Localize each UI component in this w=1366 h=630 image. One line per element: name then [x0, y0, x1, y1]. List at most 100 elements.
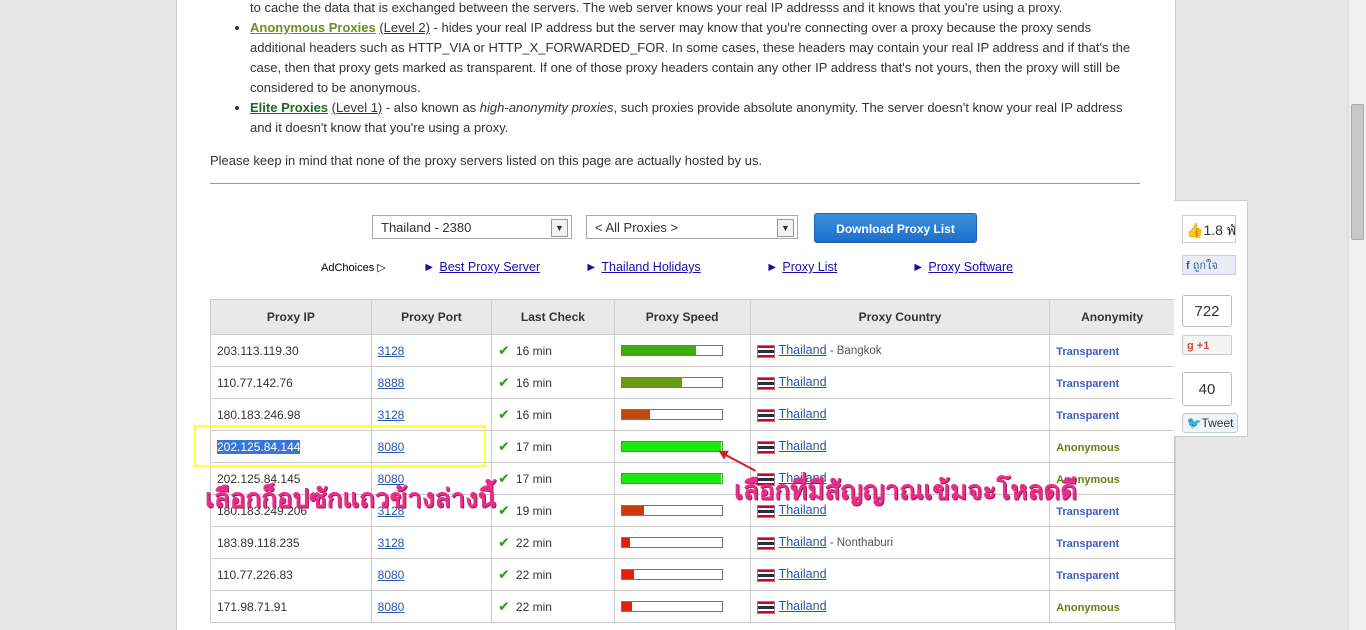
header-anonymity[interactable]: Anonymity	[1049, 299, 1175, 335]
anonymity-cell: Transparent	[1049, 526, 1175, 559]
speed-bar-fill	[621, 346, 696, 355]
country-select[interactable]: Thailand - 2380 ▼	[372, 215, 572, 239]
play-icon: ►	[912, 260, 925, 274]
proxy-port-link[interactable]: 3128	[378, 408, 405, 422]
proxy-port-link[interactable]: 3128	[378, 344, 405, 358]
thailand-flag-icon	[756, 536, 775, 550]
proxy-ip-cell[interactable]: 203.113.119.30	[210, 334, 372, 367]
hosting-disclaimer: Please keep in mind that none of the pro…	[210, 153, 763, 168]
last-check-cell: ✔ 16 min	[491, 366, 615, 399]
download-proxy-list-button[interactable]: Download Proxy List	[814, 213, 977, 243]
proxy-ip[interactable]: 171.98.71.91	[217, 600, 287, 614]
share-sidebar: 👍1.8 พั f ถูกใจ 722 g +1 40 🐦Tweet	[1174, 200, 1248, 437]
last-check-cell: ✔ 22 min	[491, 558, 615, 591]
scrollbar-thumb[interactable]	[1351, 104, 1364, 240]
city-text: - Nonthaburi	[826, 537, 894, 550]
header-last-check[interactable]: Last Check	[491, 299, 615, 335]
ad-link-thailand-holidays[interactable]: ► Thailand Holidays	[585, 260, 701, 274]
speed-bar-fill	[621, 506, 644, 515]
ad-link-label: Proxy Software	[928, 260, 1014, 274]
last-check-cell: ✔ 17 min	[491, 462, 615, 495]
proxy-speed-cell	[613, 334, 751, 367]
country-link[interactable]: Thailand	[779, 599, 827, 613]
checkmark-icon: ✔	[498, 502, 510, 518]
adchoices-text: AdChoices	[321, 262, 375, 274]
ad-link-best-proxy-server[interactable]: ► Best Proxy Server	[423, 260, 540, 274]
last-check-cell: ✔ 22 min	[491, 526, 615, 559]
header-proxy-country[interactable]: Proxy Country	[749, 299, 1051, 335]
proxy-ip-cell[interactable]: 110.77.226.83	[210, 558, 372, 591]
facebook-like-count[interactable]: 👍1.8 พั	[1182, 215, 1236, 243]
last-check-text: 22 min	[515, 536, 552, 550]
ad-link-label: Proxy List	[782, 260, 838, 274]
adchoices-label[interactable]: AdChoices ▷	[321, 261, 386, 274]
chevron-down-icon[interactable]: ▼	[777, 219, 794, 237]
header-proxy-port[interactable]: Proxy Port	[370, 299, 493, 335]
speed-bar	[620, 505, 723, 516]
speed-bar	[620, 409, 723, 420]
play-icon: ►	[766, 260, 779, 274]
proxy-speed-cell	[613, 366, 751, 399]
proxy-ip-cell[interactable]: 183.89.118.235	[210, 526, 372, 559]
country-link[interactable]: Thailand	[779, 439, 827, 453]
country-link[interactable]: Thailand	[779, 407, 827, 421]
proxy-port-link[interactable]: 3128	[378, 536, 405, 550]
anonymity-level: Transparent	[1056, 377, 1120, 390]
elite-level-link[interactable]: (Level 1)	[332, 100, 383, 115]
last-check-text: 17 min	[515, 440, 552, 454]
country-link[interactable]: Thailand	[779, 375, 827, 389]
country-link[interactable]: Thailand	[779, 535, 827, 549]
last-check-text: 22 min	[515, 600, 552, 614]
proxy-country-cell: Thailand	[749, 430, 1051, 463]
last-check-text: 22 min	[515, 568, 552, 582]
anonymous-proxies-link[interactable]: Anonymous Proxies	[250, 20, 376, 35]
speed-bar	[620, 377, 723, 388]
proxy-type-select[interactable]: < All Proxies > ▼	[586, 215, 798, 239]
anonymous-level-link[interactable]: (Level 2)	[379, 20, 430, 35]
thailand-flag-icon	[756, 568, 775, 582]
proxy-speed-cell	[613, 494, 751, 527]
chevron-down-icon[interactable]: ▼	[551, 219, 568, 237]
proxy-ip[interactable]: 183.89.118.235	[217, 536, 300, 550]
header-proxy-speed[interactable]: Proxy Speed	[613, 299, 751, 335]
last-check-text: 16 min	[515, 344, 552, 358]
proxy-port-link[interactable]: 8080	[378, 568, 405, 582]
proxy-country-cell: Thailand	[749, 366, 1051, 399]
page-scrollbar[interactable]	[1348, 0, 1366, 630]
speed-bar-fill	[621, 602, 632, 611]
anonymity-cell: Transparent	[1049, 558, 1175, 591]
tweet-count: 40	[1182, 372, 1232, 406]
proxy-speed-cell	[613, 526, 751, 559]
proxy-speed-cell	[613, 558, 751, 591]
proxy-ip[interactable]: 180.183.246.98	[217, 408, 300, 422]
last-check-cell: ✔ 22 min	[491, 590, 615, 623]
proxy-port-cell: 8080	[370, 590, 493, 623]
proxy-ip-cell[interactable]: 110.77.142.76	[210, 366, 372, 399]
anonymity-level: Anonymous	[1056, 441, 1120, 454]
facebook-icon: f	[1186, 260, 1190, 272]
anonymity-level: Anonymous	[1056, 601, 1120, 614]
proxy-ip[interactable]: 110.77.142.76	[217, 376, 293, 390]
twitter-bird-icon: 🐦	[1186, 416, 1202, 430]
anonymity-level: Transparent	[1056, 537, 1120, 550]
country-link[interactable]: Thailand	[779, 343, 827, 357]
elite-desc-a: - also known as	[382, 100, 480, 115]
elite-proxies-link[interactable]: Elite Proxies	[250, 100, 328, 115]
proxy-ip-cell[interactable]: 171.98.71.91	[210, 590, 372, 623]
ad-link-proxy-list[interactable]: ► Proxy List	[766, 260, 837, 274]
proxy-port-link[interactable]: 8888	[378, 376, 405, 390]
proxy-port-link[interactable]: 8080	[378, 600, 405, 614]
header-proxy-ip[interactable]: Proxy IP	[210, 299, 372, 335]
tweet-button[interactable]: 🐦Tweet	[1182, 413, 1238, 433]
proxy-ip[interactable]: 110.77.226.83	[217, 568, 293, 582]
facebook-like-button[interactable]: f ถูกใจ	[1182, 255, 1236, 275]
proxy-ip[interactable]: 203.113.119.30	[217, 344, 299, 358]
gplus-button[interactable]: g +1	[1182, 335, 1232, 355]
proxy-port-cell: 3128	[370, 334, 493, 367]
last-check-text: 16 min	[515, 376, 552, 390]
adchoices-icon: ▷	[377, 262, 386, 274]
proxy-speed-cell	[613, 462, 751, 495]
country-link[interactable]: Thailand	[779, 567, 827, 581]
ad-link-proxy-software[interactable]: ► Proxy Software	[912, 260, 1013, 274]
ad-link-label: Thailand Holidays	[601, 260, 701, 274]
